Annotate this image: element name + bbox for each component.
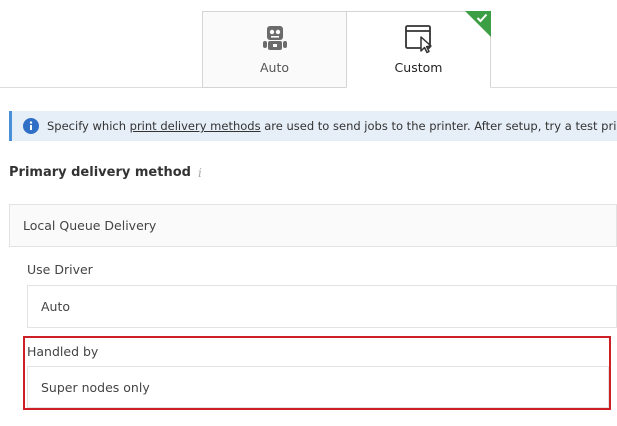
primary-delivery-select[interactable]: Local Queue Delivery xyxy=(9,204,617,247)
checkmark-icon xyxy=(476,13,488,23)
use-driver-select[interactable]: Auto xyxy=(27,285,617,328)
tab-auto[interactable]: Auto xyxy=(202,11,347,88)
hint-icon[interactable]: i xyxy=(198,166,202,180)
use-driver-label: Use Driver xyxy=(27,262,93,277)
window-cursor-icon xyxy=(404,25,432,54)
handled-by-value: Super nodes only xyxy=(41,379,150,395)
info-text: Specify which print delivery methods are… xyxy=(47,119,617,133)
info-banner: Specify which print delivery methods are… xyxy=(9,111,617,141)
robot-icon xyxy=(262,26,287,50)
print-delivery-methods-link[interactable]: print delivery methods xyxy=(130,119,261,133)
handled-by-label: Handled by xyxy=(27,344,99,359)
info-icon xyxy=(23,118,39,134)
tab-custom-label: Custom xyxy=(394,60,443,75)
handled-by-select[interactable]: Super nodes only xyxy=(27,366,609,408)
use-driver-value: Auto xyxy=(41,299,71,314)
tab-auto-label: Auto xyxy=(259,60,290,75)
tab-custom[interactable]: Custom xyxy=(346,11,491,88)
primary-delivery-title: Primary delivery method i xyxy=(9,165,202,180)
primary-delivery-value: Local Queue Delivery xyxy=(23,218,157,233)
